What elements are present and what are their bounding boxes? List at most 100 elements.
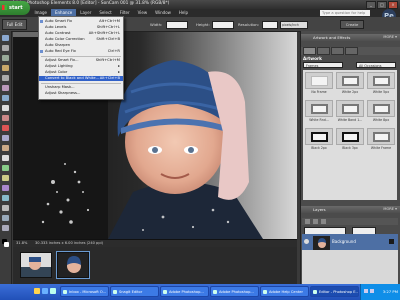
frame-thumbnail[interactable] bbox=[336, 72, 364, 89]
app-icon bbox=[263, 290, 267, 294]
menu-item-label: Auto Contrast bbox=[45, 31, 71, 35]
filters-tab[interactable] bbox=[331, 47, 344, 55]
artwork-occasion-select[interactable]: All Occasions bbox=[356, 62, 396, 68]
menu-item-auto-color-correction[interactable]: Auto Color Correction Shift+Ctrl+B bbox=[39, 37, 123, 42]
layers-more-button[interactable]: MORE ▾ bbox=[383, 206, 397, 213]
create-button[interactable]: Create bbox=[340, 20, 364, 29]
new-layer-icon[interactable] bbox=[305, 219, 310, 224]
effects-tab[interactable] bbox=[317, 47, 330, 55]
sponge-tool-icon[interactable] bbox=[2, 225, 9, 231]
move-tool-icon[interactable] bbox=[2, 35, 9, 41]
eraser-tool-icon[interactable] bbox=[2, 155, 9, 161]
menu-item-auto-red-eye-fix[interactable]: Auto Red Eye Fix Ctrl+R bbox=[39, 49, 123, 54]
width-field[interactable] bbox=[166, 21, 188, 29]
tray-network-icon[interactable] bbox=[364, 289, 368, 293]
app-icon bbox=[113, 290, 117, 294]
taskbar-button[interactable]: Editor - Photoshop E... bbox=[310, 286, 359, 297]
layers-panel-header[interactable]: Layers MORE ▾ bbox=[301, 206, 400, 213]
shape-tool-icon[interactable] bbox=[2, 205, 9, 211]
effects-panel-title: Artwork and Effects bbox=[313, 35, 351, 40]
app-icon bbox=[313, 290, 317, 294]
brush-tool-icon[interactable] bbox=[2, 165, 9, 171]
magic-wand-tool-icon[interactable] bbox=[2, 95, 9, 101]
quicklaunch-folder-icon[interactable] bbox=[34, 288, 40, 294]
menu-item-auto-levels[interactable]: Auto Levels Shift+Ctrl+L bbox=[39, 25, 123, 30]
layer-row-background[interactable]: Background bbox=[302, 234, 398, 250]
taskbar-button[interactable]: Adobe Photoshop... bbox=[160, 286, 209, 297]
trash-icon[interactable] bbox=[321, 219, 326, 224]
taskbar-button[interactable]: Snagit Editor bbox=[110, 286, 159, 297]
taskbar-button[interactable]: Adobe Photoshop... bbox=[210, 286, 259, 297]
styles-tab[interactable] bbox=[345, 47, 358, 55]
effects-panel-header[interactable]: Artwork and Effects MORE ▾ bbox=[301, 34, 400, 41]
menu-item-auto-sharpen[interactable]: Auto Sharpen bbox=[39, 43, 123, 48]
artwork-tab[interactable] bbox=[303, 47, 316, 55]
frame-label: White 8px bbox=[372, 118, 390, 122]
frame-thumbnail[interactable] bbox=[367, 100, 395, 117]
marquee-tool-icon[interactable] bbox=[2, 75, 9, 81]
frame-thumbnail[interactable] bbox=[305, 72, 333, 89]
frame-gallery: No Frame White 2px White 5px White Rnd... Wh… bbox=[303, 70, 397, 200]
effects-more-button[interactable]: MORE ▾ bbox=[383, 34, 397, 41]
taskbar-button-label: Adobe Help Center bbox=[269, 290, 303, 294]
menu-item-auto-smart-fix[interactable]: Auto Smart Fix Alt+Ctrl+M bbox=[39, 19, 123, 24]
menu-item-adjust-sharpness[interactable]: Adjust Sharpness... bbox=[39, 91, 123, 96]
layer-thumbnail bbox=[313, 236, 330, 250]
menu-item-unsharp-mask[interactable]: Unsharp Mask... bbox=[39, 85, 123, 90]
height-field[interactable] bbox=[212, 21, 234, 29]
hand-tool-icon[interactable] bbox=[2, 55, 9, 61]
taskbar-button[interactable]: Inbox - Microsoft O... bbox=[60, 286, 109, 297]
lasso-tool-icon[interactable] bbox=[2, 85, 9, 91]
taskbar-button-label: Editor - Photoshop E... bbox=[319, 290, 359, 294]
quicklaunch-browser-icon[interactable] bbox=[42, 288, 48, 294]
enhance-menu: Auto Smart Fix Alt+Ctrl+M Auto Levels Shift… bbox=[38, 16, 124, 100]
frame-thumbnail[interactable] bbox=[367, 128, 395, 145]
paint-bucket-icon[interactable] bbox=[2, 185, 9, 191]
menu-item-auto-contrast[interactable]: Auto Contrast Alt+Shift+Ctrl+L bbox=[39, 31, 123, 36]
blur-tool-icon[interactable] bbox=[2, 215, 9, 221]
toolbox bbox=[0, 31, 12, 284]
frame-thumbnail[interactable] bbox=[305, 100, 333, 117]
pencil-tool-icon[interactable] bbox=[2, 175, 9, 181]
healing-brush-icon[interactable] bbox=[2, 135, 9, 141]
quicklaunch-desktop-icon[interactable] bbox=[50, 288, 56, 294]
project-thumbnail-selected[interactable] bbox=[56, 251, 90, 279]
gradient-tool-icon[interactable] bbox=[2, 195, 9, 201]
menu-view[interactable]: View bbox=[134, 9, 152, 17]
background-color-swatch[interactable] bbox=[4, 242, 9, 247]
menu-item-adjust-color[interactable]: Adjust Color ▸ bbox=[39, 70, 123, 75]
tray-volume-icon[interactable] bbox=[370, 289, 374, 293]
resolution-field[interactable] bbox=[262, 21, 278, 29]
project-thumbnail[interactable] bbox=[20, 252, 52, 278]
frame-thumbnail[interactable] bbox=[305, 128, 333, 145]
zoom-tool-icon[interactable] bbox=[2, 45, 9, 51]
menu-item-adjust-lighting[interactable]: Adjust Lighting ▸ bbox=[39, 64, 123, 69]
menu-window[interactable]: Window bbox=[151, 9, 175, 17]
frame-thumbnail[interactable] bbox=[336, 128, 364, 145]
frame-thumbnail[interactable] bbox=[367, 72, 395, 89]
start-button[interactable]: start bbox=[0, 1, 30, 15]
red-eye-tool-icon[interactable] bbox=[2, 125, 9, 131]
visibility-eye-icon[interactable] bbox=[304, 239, 309, 244]
clone-stamp-icon[interactable] bbox=[2, 145, 9, 151]
full-edit-button[interactable]: Full Edit bbox=[2, 19, 27, 30]
adjustment-layer-icon[interactable] bbox=[313, 219, 318, 224]
eyedropper-tool-icon[interactable] bbox=[2, 65, 9, 71]
taskbar-button-label: Inbox - Microsoft O... bbox=[69, 290, 107, 294]
taskbar-button[interactable]: Adobe Help Center bbox=[260, 286, 309, 297]
frame-label: Black 2px bbox=[311, 146, 327, 150]
resolution-unit-select[interactable]: pixels/inch bbox=[280, 21, 308, 29]
menu-item-convert-to-black-and-white[interactable]: Convert to Black and White... Alt+Ctrl+B bbox=[39, 76, 123, 81]
close-button[interactable]: × bbox=[388, 1, 398, 9]
menu-separator bbox=[41, 83, 121, 84]
help-search-input[interactable]: Type a question for help bbox=[320, 10, 370, 16]
menu-item-adjust-smart-fix[interactable]: Adjust Smart Fix... Shift+Ctrl+M bbox=[39, 58, 123, 63]
maximize-button[interactable]: □ bbox=[377, 1, 387, 9]
crop-tool-icon[interactable] bbox=[2, 115, 9, 121]
artwork-category-select[interactable]: Frames bbox=[303, 62, 343, 68]
frame-thumbnail[interactable] bbox=[336, 100, 364, 117]
minimize-button[interactable]: _ bbox=[366, 1, 376, 9]
menu-item-shortcut: Shift+Ctrl+B bbox=[96, 37, 120, 41]
type-tool-icon[interactable] bbox=[2, 105, 9, 111]
menu-help[interactable]: Help bbox=[175, 9, 192, 17]
